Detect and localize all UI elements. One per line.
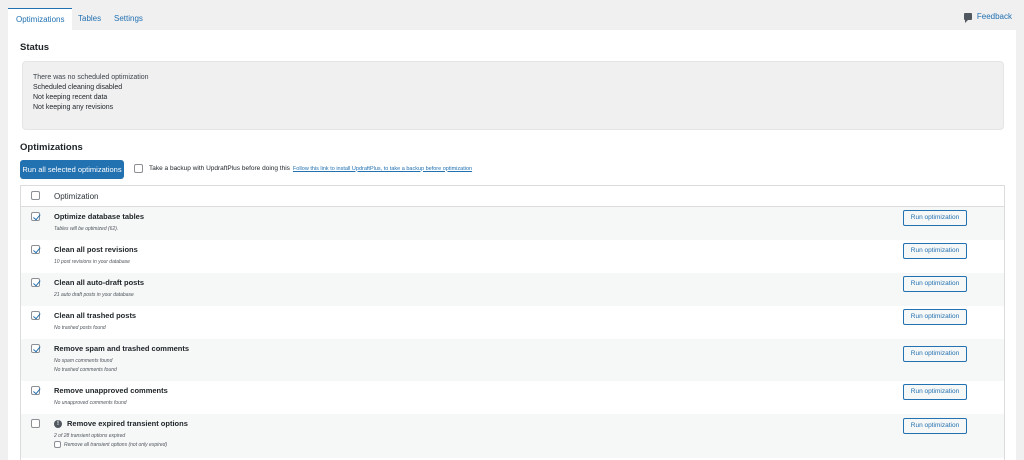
optimization-detail: No trashed comments found bbox=[54, 367, 117, 373]
row-checkbox[interactable] bbox=[31, 311, 40, 320]
remove-all-transients-label: Remove all transient options (not only e… bbox=[64, 441, 168, 448]
optimization-title: Clean all post revisions bbox=[54, 245, 138, 254]
status-line: Not keeping recent data bbox=[33, 94, 108, 101]
optimization-title: ! Remove expired transient options bbox=[54, 419, 188, 428]
optimization-detail: 10 post revisions in your database bbox=[54, 259, 130, 265]
row-checkbox[interactable] bbox=[31, 419, 40, 428]
tab-optimizations[interactable]: Optimizations bbox=[8, 8, 73, 30]
table-row: Clean all auto-draft posts 21 auto draft… bbox=[21, 273, 1004, 306]
row-checkbox[interactable] bbox=[31, 212, 40, 221]
row-checkbox[interactable] bbox=[31, 344, 40, 353]
optimization-title: Remove unapproved comments bbox=[54, 386, 168, 395]
optimization-detail: No unapproved comments found bbox=[54, 400, 127, 406]
row-checkbox[interactable] bbox=[31, 245, 40, 254]
optimization-title: Clean all trashed posts bbox=[54, 311, 137, 320]
run-optimization-button[interactable]: Run optimization bbox=[903, 384, 967, 400]
remove-all-transients-option: Remove all transient options (not only e… bbox=[54, 441, 167, 448]
feedback-link[interactable]: Feedback bbox=[963, 12, 1012, 23]
status-box: There was no scheduled optimization Sche… bbox=[22, 61, 1004, 130]
run-optimization-button[interactable]: Run optimization bbox=[903, 346, 967, 362]
optimization-title: Remove spam and trashed comments bbox=[54, 344, 190, 353]
run-optimization-button[interactable]: Run optimization bbox=[903, 276, 967, 292]
optimization-title: Optimize database tables bbox=[54, 212, 145, 221]
install-updraftplus-link[interactable]: Follow this link to install UpdraftPlus,… bbox=[293, 166, 472, 172]
run-optimization-button[interactable]: Run optimization bbox=[903, 243, 967, 259]
table-row: Remove unapproved comments No unapproved… bbox=[21, 381, 1004, 414]
run-optimization-button[interactable]: Run optimization bbox=[903, 309, 967, 325]
table-row: Clean all post revisions 10 post revisio… bbox=[21, 240, 1004, 273]
optimizations-table: Optimization Optimize database tables Ta… bbox=[20, 185, 1005, 460]
run-optimization-button[interactable]: Run optimization bbox=[903, 210, 967, 226]
optimization-detail: No spam comments found bbox=[54, 358, 113, 364]
optimization-detail: Tables will be optimized (62). bbox=[54, 226, 119, 232]
main-panel: Status There was no scheduled optimizati… bbox=[8, 30, 1016, 460]
table-row: Optimize database tables Tables will be … bbox=[21, 207, 1004, 240]
info-icon[interactable]: ! bbox=[54, 419, 62, 428]
optimization-detail: No trashed posts found bbox=[54, 325, 106, 331]
status-line: Not keeping any revisions bbox=[33, 104, 114, 111]
backup-option: Take a backup with UpdraftPlus before do… bbox=[134, 164, 472, 173]
optimization-detail: 2 of 28 transient options expired bbox=[54, 433, 126, 439]
tab-settings[interactable]: Settings bbox=[106, 8, 151, 30]
status-heading: Status bbox=[20, 42, 50, 53]
select-all-checkbox[interactable] bbox=[31, 191, 40, 200]
optimization-detail: 21 auto draft posts in your database bbox=[54, 292, 134, 298]
run-all-selected-button[interactable]: Run all selected optimizations bbox=[20, 160, 124, 179]
table-row: Clean all trashed posts No trashed posts… bbox=[21, 306, 1004, 339]
status-line: There was no scheduled optimization bbox=[33, 74, 149, 81]
feedback-label: Feedback bbox=[976, 12, 1012, 21]
backup-label: Take a backup with UpdraftPlus before do… bbox=[149, 165, 290, 172]
tab-tables[interactable]: Tables bbox=[70, 8, 109, 30]
speech-bubble-icon bbox=[963, 13, 972, 23]
row-checkbox[interactable] bbox=[31, 278, 40, 287]
table-row: Remove spam and trashed comments No spam… bbox=[21, 339, 1004, 381]
table-row: ! Remove expired transient options 2 of … bbox=[21, 414, 1004, 458]
remove-all-transients-checkbox[interactable] bbox=[54, 441, 61, 448]
run-optimization-button[interactable]: Run optimization bbox=[903, 418, 967, 434]
status-line: Scheduled cleaning disabled bbox=[33, 84, 123, 91]
optimization-title: Clean all auto-draft posts bbox=[54, 278, 145, 287]
backup-checkbox[interactable] bbox=[134, 164, 143, 173]
optimizations-heading: Optimizations bbox=[20, 142, 83, 153]
table-header: Optimization bbox=[21, 186, 1004, 207]
column-header-optimization: Optimization bbox=[54, 192, 99, 201]
tab-bar: Optimizations Tables Settings Feedback bbox=[0, 0, 1024, 30]
row-checkbox[interactable] bbox=[31, 386, 40, 395]
